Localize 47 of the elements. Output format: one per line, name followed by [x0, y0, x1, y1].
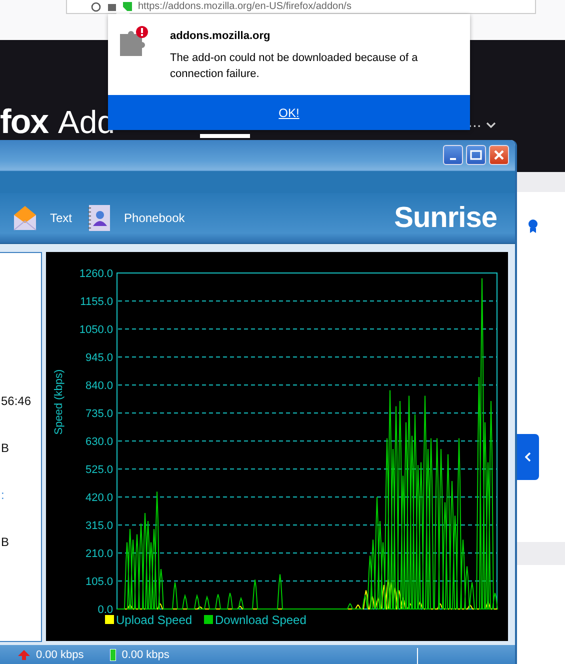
address-field[interactable]: https://addons.mozilla.org/en-US/firefox/addon/s: [66, 0, 536, 14]
speed-reading: 0.00 kbps: [36, 648, 84, 660]
maximize-button[interactable]: [466, 145, 486, 165]
y-tick-label: 840.0: [85, 380, 113, 392]
info-value: 56:46: [1, 393, 32, 410]
notification-title: addons.mozilla.org: [170, 30, 272, 42]
y-tick-label: 315.0: [85, 520, 113, 532]
y-axis-title: Speed (kbps): [53, 369, 65, 435]
y-tick-label: 945.0: [85, 352, 113, 364]
close-icon: [493, 149, 505, 161]
minimize-icon: [450, 158, 456, 160]
y-tick-label: 0.0: [98, 604, 113, 616]
y-tick-label: 630.0: [85, 436, 113, 448]
sunrise-logo: Sunrise: [394, 202, 497, 234]
ok-button[interactable]: OK!: [108, 95, 470, 130]
address-book-icon: [86, 204, 112, 232]
text-message-button[interactable]: Text: [12, 205, 72, 231]
info-value: B: [1, 440, 10, 457]
info-icon: [91, 2, 101, 12]
y-tick-label: 525.0: [85, 464, 113, 476]
y-tick-label: 210.0: [85, 548, 113, 560]
speed-reading: 0.00 kbps: [122, 648, 170, 660]
y-tick-label: 420.0: [85, 492, 113, 504]
chevron-down-icon[interactable]: [486, 122, 496, 129]
close-button[interactable]: [489, 145, 509, 165]
phonebook-button[interactable]: Phonebook: [86, 204, 185, 232]
puzzle-warning-icon: [118, 24, 150, 56]
y-tick-label: 1050.0: [79, 324, 113, 336]
chevron-left-icon: [525, 452, 531, 462]
legend-label: Download Speed: [215, 613, 306, 627]
upload-arrow-icon: [18, 650, 30, 660]
notification-message: The add-on could not be downloaded because of a connection failure.: [170, 51, 419, 82]
scroll-left-button[interactable]: [517, 434, 539, 480]
signal-bar-icon: [110, 648, 116, 660]
section-bar: [517, 542, 565, 565]
info-link[interactable]: :: [1, 486, 4, 504]
site-logo-text[interactable]: fox: [0, 102, 48, 142]
maximize-icon: [470, 150, 482, 160]
minimize-button[interactable]: [443, 145, 463, 165]
y-tick-label: 1260.0: [79, 268, 113, 280]
info-value: B: [1, 534, 10, 551]
envelope-icon: [12, 205, 38, 231]
legend-label: Upload Speed: [116, 613, 192, 627]
y-tick-label: 1155.0: [80, 296, 113, 308]
y-tick-label: 735.0: [85, 408, 113, 420]
ribbon-icon: [528, 219, 538, 233]
y-tick-label: 105.0: [85, 576, 113, 588]
